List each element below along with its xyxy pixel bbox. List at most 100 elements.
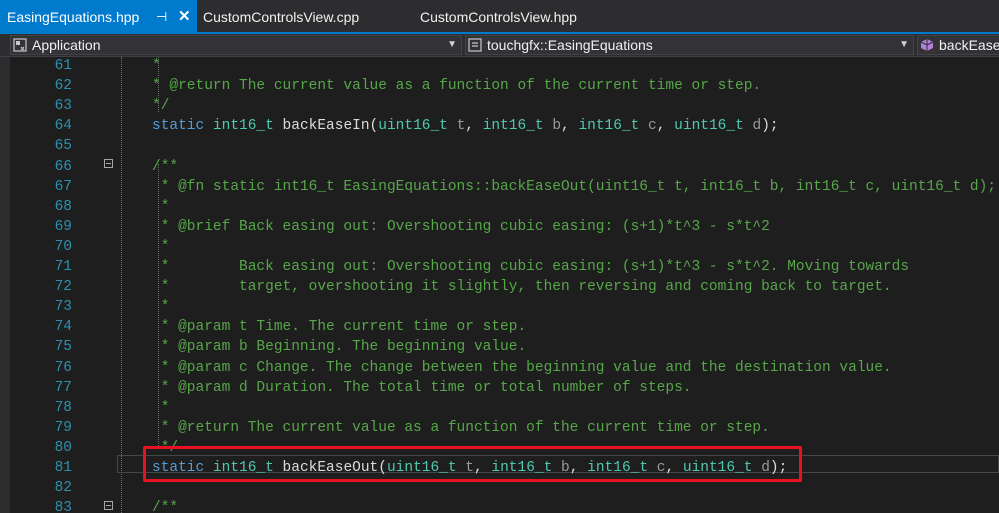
line-number: 67	[54, 178, 72, 195]
tab-label: CustomControlsView.cpp	[203, 9, 360, 25]
tab-easing-equations-hpp[interactable]: EasingEquations.hpp ⊣ ✕	[0, 0, 197, 32]
line-number: 82	[54, 480, 72, 497]
code-token: * @param c Change. The change between th…	[152, 359, 892, 376]
code-text: * Back easing out: Overshooting cubic ea…	[152, 257, 909, 277]
code-line[interactable]: 70 *	[0, 237, 999, 257]
member-name: backEaseOut	[939, 37, 999, 53]
line-number: 72	[54, 279, 72, 296]
code-token: * @return The current value as a functio…	[152, 78, 762, 95]
code-token: ,	[561, 118, 579, 135]
code-token: * @param b Beginning. The beginning valu…	[152, 339, 527, 356]
code-line[interactable]: 74 * @param t Time. The current time or …	[0, 317, 999, 337]
code-token: * Back easing out: Overshooting cubic ea…	[152, 259, 910, 275]
close-tab-icon[interactable]: ✕	[178, 0, 191, 34]
code-text: * @param t Time. The current time or ste…	[152, 317, 526, 337]
code-token: *	[152, 399, 170, 416]
code-text: *	[152, 57, 161, 76]
project-icon	[13, 38, 27, 52]
code-text: * @param c Change. The change between th…	[152, 358, 892, 378]
tab-custom-controls-view-cpp[interactable]: CustomControlsView.cpp	[197, 0, 412, 32]
chevron-down-icon: ▼	[899, 39, 909, 50]
code-text: *	[152, 297, 170, 317]
line-number: 80	[54, 439, 72, 456]
line-number: 74	[54, 319, 72, 336]
line-number: 66	[54, 158, 72, 175]
document-tab-bar: EasingEquations.hpp ⊣ ✕ CustomControlsVi…	[0, 0, 999, 34]
member-dropdown[interactable]: backEaseOut	[917, 35, 999, 55]
code-text: * @param d Duration. The total time or t…	[152, 378, 692, 398]
line-number: 62	[54, 78, 72, 95]
navigation-bar: Application ▼ touchgfx::EasingEquations …	[0, 34, 999, 57]
scope-name: touchgfx::EasingEquations	[487, 37, 653, 53]
project-name: Application	[32, 37, 101, 53]
line-number: 64	[54, 118, 72, 135]
code-text: /**	[152, 498, 178, 513]
code-line[interactable]: 68 *	[0, 197, 999, 217]
code-token: );	[761, 118, 779, 135]
code-token: * target, overshooting it slightly, then…	[152, 279, 892, 296]
code-token: int16_t	[578, 118, 640, 135]
line-number: 65	[54, 138, 72, 155]
line-number: 76	[54, 359, 72, 376]
project-dropdown[interactable]: Application ▼	[10, 35, 462, 55]
code-token: * @brief Back easing out: Overshooting c…	[152, 218, 770, 235]
code-text: * @return The current value as a functio…	[152, 76, 761, 96]
code-token: uint16_t	[674, 118, 744, 135]
code-token: *	[152, 299, 170, 316]
code-token: *	[152, 238, 170, 255]
line-number: 63	[54, 98, 72, 115]
class-scope-icon	[468, 38, 482, 52]
code-line[interactable]: 61 *	[0, 57, 999, 76]
code-line[interactable]: 77 * @param d Duration. The total time o…	[0, 378, 999, 398]
code-line[interactable]: 73 *	[0, 297, 999, 317]
pin-tab-icon[interactable]: ⊣	[156, 0, 167, 34]
code-line[interactable]: 62 * @return The current value as a funct…	[0, 76, 999, 96]
line-number: 71	[54, 259, 72, 275]
line-number: 70	[54, 238, 72, 255]
code-line[interactable]: 67 * @fn static int16_t EasingEquations:…	[0, 177, 999, 197]
code-token: backEaseIn(	[273, 118, 379, 135]
code-text: static int16_t backEaseIn(uint16_t t, in…	[152, 116, 779, 136]
code-token: uint16_t	[378, 118, 448, 135]
code-text: * @brief Back easing out: Overshooting c…	[152, 217, 770, 237]
code-token: int16_t	[212, 118, 274, 135]
code-line[interactable]: 63 */	[0, 96, 999, 116]
highlight-box	[143, 446, 802, 482]
code-line[interactable]: 75 * @param b Beginning. The beginning v…	[0, 337, 999, 357]
line-number: 79	[54, 419, 72, 436]
code-token: c	[639, 118, 657, 135]
code-text: * @param b Beginning. The beginning valu…	[152, 337, 526, 357]
code-token: */	[152, 98, 170, 115]
code-editor[interactable]: 61 * 62 * @return The current value as a fu…	[0, 57, 999, 513]
code-token: * @param t Time. The current time or ste…	[152, 319, 527, 336]
code-token: *	[152, 58, 161, 74]
code-line[interactable]: 78 *	[0, 398, 999, 418]
code-token: *	[152, 198, 170, 215]
code-line[interactable]: 65	[0, 136, 999, 156]
line-number: 68	[54, 198, 72, 215]
code-token: /**	[152, 500, 179, 513]
scope-dropdown[interactable]: touchgfx::EasingEquations ▼	[465, 35, 914, 55]
code-token: ,	[656, 118, 675, 135]
code-token: * @fn static int16_t EasingEquations::ba…	[152, 178, 997, 195]
code-line[interactable]: 64 static int16_t backEaseIn(uint16_t t, …	[0, 116, 999, 136]
code-line[interactable]: 83 /**	[0, 498, 999, 513]
code-line[interactable]: 72 * target, overshooting it slightly, t…	[0, 277, 999, 297]
code-text: *	[152, 197, 170, 217]
code-text: *	[152, 237, 170, 257]
code-line[interactable]: 66 /**	[0, 157, 999, 177]
line-number: 78	[54, 399, 72, 416]
code-token: /**	[152, 158, 179, 175]
code-line[interactable]: 76 * @param c Change. The change between…	[0, 358, 999, 378]
code-token: int16_t	[482, 118, 544, 135]
code-token: static	[152, 118, 213, 135]
code-line[interactable]: 71 * Back easing out: Overshooting cubic…	[0, 257, 999, 277]
line-number: 73	[54, 299, 72, 316]
code-text: *	[152, 398, 170, 418]
code-line[interactable]: 79 * @return The current value as a func…	[0, 418, 999, 438]
tab-custom-controls-view-hpp[interactable]: CustomControlsView.hpp	[412, 0, 612, 32]
method-icon	[920, 39, 934, 51]
code-text: * target, overshooting it slightly, then…	[152, 277, 892, 297]
code-line[interactable]: 69 * @brief Back easing out: Overshootin…	[0, 217, 999, 237]
code-token: t	[447, 118, 466, 135]
